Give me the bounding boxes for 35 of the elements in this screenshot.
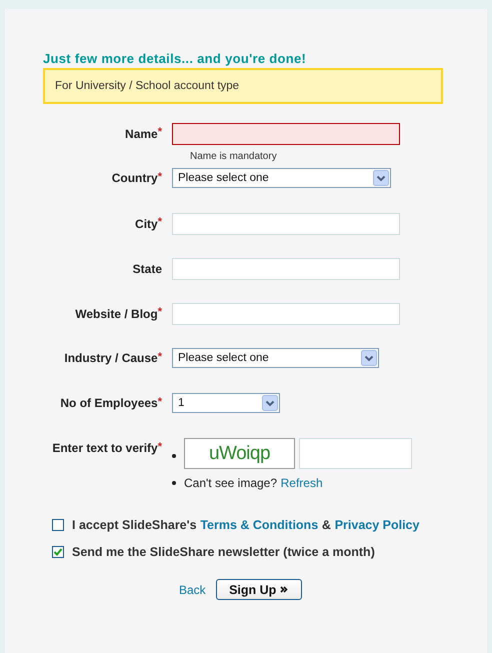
dropdown-field[interactable]: 1: [172, 393, 280, 413]
error-message: Name is mandatory: [190, 151, 278, 163]
required-asterisk: *: [158, 171, 162, 183]
policy-link[interactable]: Privacy Policy: [334, 518, 420, 532]
dropdown-field[interactable]: Please select one: [172, 348, 379, 368]
field-label: State: [132, 262, 162, 276]
required-asterisk: *: [158, 126, 162, 138]
form-heading: Just few more details... and you're done!: [43, 51, 308, 67]
required-asterisk: *: [158, 306, 162, 318]
required-asterisk: *: [158, 351, 162, 363]
sign-up-button[interactable]: Sign Up: [216, 579, 302, 600]
required-asterisk: *: [158, 441, 162, 453]
required-asterisk: *: [158, 216, 162, 228]
field-label: Industry / Cause: [64, 351, 158, 365]
field-label: No of Employees: [60, 396, 158, 410]
back-link[interactable]: Back: [179, 582, 206, 596]
account-type-notice: For University / School account type: [43, 68, 443, 104]
captcha-field[interactable]: [299, 438, 412, 469]
field-label: Website / Blog: [75, 307, 158, 321]
field-label: Enter text to verify: [52, 441, 158, 455]
checkbox-label: Send me the SlideShare newsletter (twice a month): [72, 545, 375, 559]
field-label: Country: [112, 171, 158, 185]
checkbox[interactable]: [52, 546, 64, 558]
checkbox-label: I accept SlideShare's Terms & Conditions & Privacy Policy: [72, 518, 420, 532]
policy-link[interactable]: Terms & Conditions: [200, 518, 318, 532]
captcha-image: uWoiqp: [184, 438, 295, 469]
required-asterisk: *: [158, 396, 162, 408]
dropdown-field[interactable]: Please select one: [172, 168, 391, 188]
double-chevron-icon: [280, 586, 288, 593]
checkbox[interactable]: [52, 519, 64, 531]
refresh-link[interactable]: Refresh: [280, 476, 323, 490]
field-label: Name: [125, 127, 158, 141]
captcha-hint: Can't see image? Refresh: [184, 476, 323, 490]
field-label: City: [135, 217, 158, 231]
text-field[interactable]: [172, 123, 400, 145]
